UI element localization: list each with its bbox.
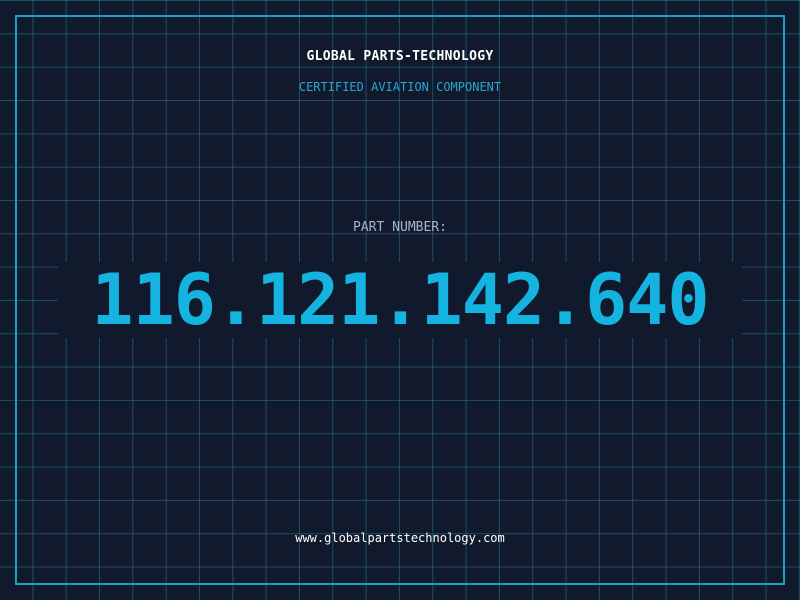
company-name: GLOBAL PARTS-TECHNOLOGY (306, 49, 494, 64)
part-number-label: PART NUMBER: (353, 220, 447, 235)
website-url: www.globalpartstechnology.com (295, 531, 505, 545)
blueprint-canvas: GLOBAL PARTS-TECHNOLOGY CERTIFIED AVIATI… (0, 0, 800, 600)
certification-subtitle: CERTIFIED AVIATION COMPONENT (298, 80, 502, 94)
part-number-value: 116.121.142.640 (58, 262, 742, 338)
